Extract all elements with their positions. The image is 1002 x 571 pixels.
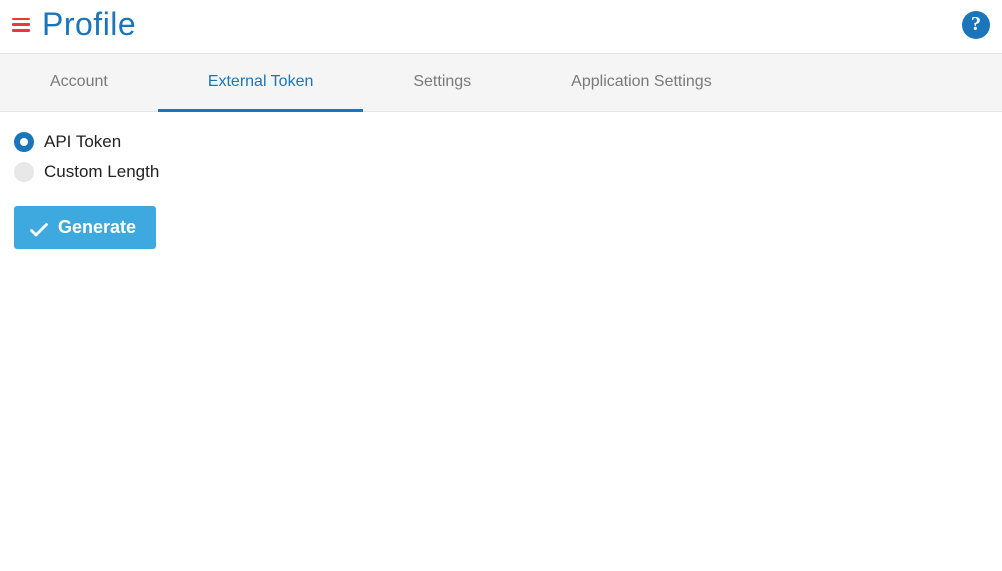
tab-bar: Account External Token Settings Applicat… — [0, 53, 1002, 112]
generate-button[interactable]: Generate — [14, 206, 156, 249]
radio-icon-selected — [14, 132, 34, 152]
tab-account[interactable]: Account — [0, 55, 158, 112]
radio-label-custom-length: Custom Length — [44, 162, 159, 182]
radio-api-token[interactable]: API Token — [14, 132, 988, 152]
page-title: Profile — [42, 6, 136, 43]
help-icon[interactable]: ? — [962, 11, 990, 39]
header-left: Profile — [12, 6, 136, 43]
generate-button-label: Generate — [58, 217, 136, 238]
radio-label-api-token: API Token — [44, 132, 121, 152]
header: Profile ? — [0, 0, 1002, 53]
menu-icon[interactable] — [12, 16, 30, 34]
check-icon — [30, 221, 48, 235]
tab-application-settings[interactable]: Application Settings — [521, 55, 762, 112]
tab-settings[interactable]: Settings — [363, 55, 521, 112]
tab-external-token[interactable]: External Token — [158, 55, 364, 112]
radio-icon-unselected — [14, 162, 34, 182]
radio-custom-length[interactable]: Custom Length — [14, 162, 988, 182]
content: API Token Custom Length Generate — [0, 112, 1002, 269]
